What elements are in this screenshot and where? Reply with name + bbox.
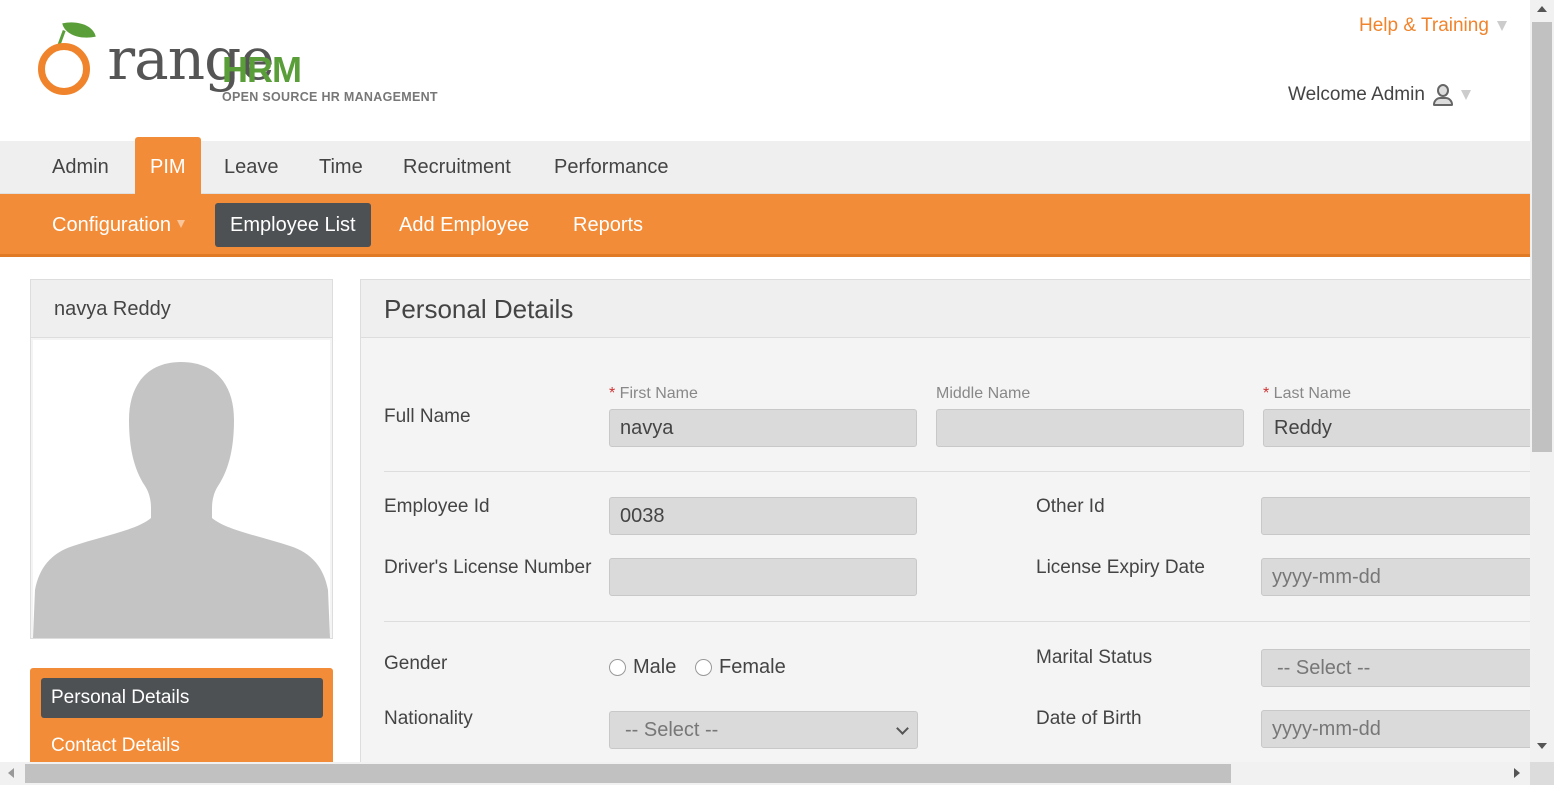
logo-orange-icon [38, 43, 90, 95]
scroll-up-icon[interactable] [1537, 6, 1547, 12]
logo-tagline: OPEN SOURCE HR MANAGEMENT [222, 90, 438, 104]
marital-status-select[interactable]: -- Select -- [1261, 649, 1551, 687]
drivers-license-label: Driver's License Number [384, 557, 592, 578]
personal-details-panel: Personal Details Full Name * First Name … [360, 279, 1553, 779]
scrollbar-corner [1530, 762, 1554, 785]
scroll-down-icon[interactable] [1537, 743, 1547, 749]
sidemenu-personal-details[interactable]: Personal Details [41, 678, 323, 718]
nav-performance[interactable]: Performance [554, 141, 669, 194]
nationality-select[interactable]: -- Select -- [609, 711, 918, 749]
subnav-employee-list[interactable]: Employee List [215, 203, 371, 247]
nationality-select-value: -- Select -- [625, 719, 719, 741]
other-id-label: Other Id [1036, 496, 1105, 517]
gender-label: Gender [384, 653, 448, 674]
gender-male-label: Male [633, 656, 677, 678]
orangehrm-logo[interactable]: range HRM OPEN SOURCE HR MANAGEMENT [36, 17, 466, 110]
nav-time[interactable]: Time [319, 141, 363, 194]
scroll-right-icon[interactable] [1514, 768, 1520, 778]
license-expiry-input[interactable]: yyyy-mm-dd [1261, 558, 1551, 596]
header: range HRM OPEN SOURCE HR MANAGEMENT Help… [0, 0, 1530, 141]
employee-photo[interactable] [33, 340, 330, 638]
gender-female-radio[interactable]: Female [695, 656, 786, 679]
nav-admin[interactable]: Admin [52, 141, 109, 194]
last-name-label: * Last Name [1263, 385, 1352, 402]
sub-nav: Configuration Employee List Add Employee… [0, 194, 1530, 257]
radio-circle [695, 659, 712, 676]
first-name-label: * First Name [609, 385, 698, 402]
license-expiry-label: License Expiry Date [1036, 557, 1205, 578]
vertical-scroll-thumb[interactable] [1532, 22, 1552, 452]
employee-side-menu: Personal Details Contact Details [30, 668, 333, 768]
horizontal-scrollbar[interactable] [0, 762, 1530, 785]
help-training-label: Help & Training [1359, 15, 1489, 36]
middle-name-label: Middle Name [936, 385, 1031, 402]
employee-name: navya Reddy [31, 280, 332, 338]
chevron-down-icon [176, 220, 185, 228]
radio-circle [609, 659, 626, 676]
logo-hrm: HRM [222, 49, 302, 90]
first-name-input[interactable]: navya [609, 409, 917, 447]
user-icon [1431, 83, 1455, 107]
nationality-label: Nationality [384, 708, 473, 729]
welcome-label: Welcome Admin [1288, 84, 1425, 105]
employee-profile-card: navya Reddy [30, 279, 333, 639]
divider [384, 621, 1544, 622]
nav-pim[interactable]: PIM [135, 137, 201, 194]
horizontal-scroll-thumb[interactable] [25, 764, 1231, 783]
main-nav: Admin PIM Leave Time Recruitment Perform… [0, 137, 1530, 194]
drivers-license-input[interactable] [609, 558, 917, 596]
employee-id-label: Employee Id [384, 496, 490, 517]
subnav-add-employee[interactable]: Add Employee [399, 203, 529, 247]
dob-input[interactable]: yyyy-mm-dd [1261, 710, 1551, 748]
help-training-menu[interactable]: Help & Training [1359, 15, 1507, 37]
dob-label: Date of Birth [1036, 708, 1142, 729]
sidemenu-contact-details[interactable]: Contact Details [41, 726, 323, 766]
gender-male-radio[interactable]: Male [609, 656, 676, 679]
chevron-down-icon [896, 722, 909, 735]
gender-female-label: Female [719, 656, 786, 678]
default-avatar-icon [33, 362, 330, 638]
subnav-reports[interactable]: Reports [573, 203, 643, 247]
employee-id-input[interactable]: 0038 [609, 497, 917, 535]
last-name-input[interactable]: Reddy [1263, 409, 1553, 447]
vertical-scrollbar[interactable] [1530, 0, 1554, 762]
subnav-configuration[interactable]: Configuration [52, 203, 185, 247]
full-name-label: Full Name [384, 406, 471, 427]
divider [384, 471, 1544, 472]
nav-leave[interactable]: Leave [224, 141, 279, 194]
chevron-down-icon [1460, 90, 1471, 100]
subnav-configuration-label: Configuration [52, 214, 171, 236]
scroll-left-icon[interactable] [8, 768, 14, 778]
nav-recruitment[interactable]: Recruitment [403, 141, 511, 194]
welcome-user-menu[interactable]: Welcome Admin [1288, 83, 1471, 107]
middle-name-input[interactable] [936, 409, 1244, 447]
panel-title: Personal Details [361, 280, 1539, 338]
marital-status-label: Marital Status [1036, 647, 1153, 668]
chevron-down-icon [1496, 21, 1507, 31]
other-id-input[interactable] [1261, 497, 1551, 535]
